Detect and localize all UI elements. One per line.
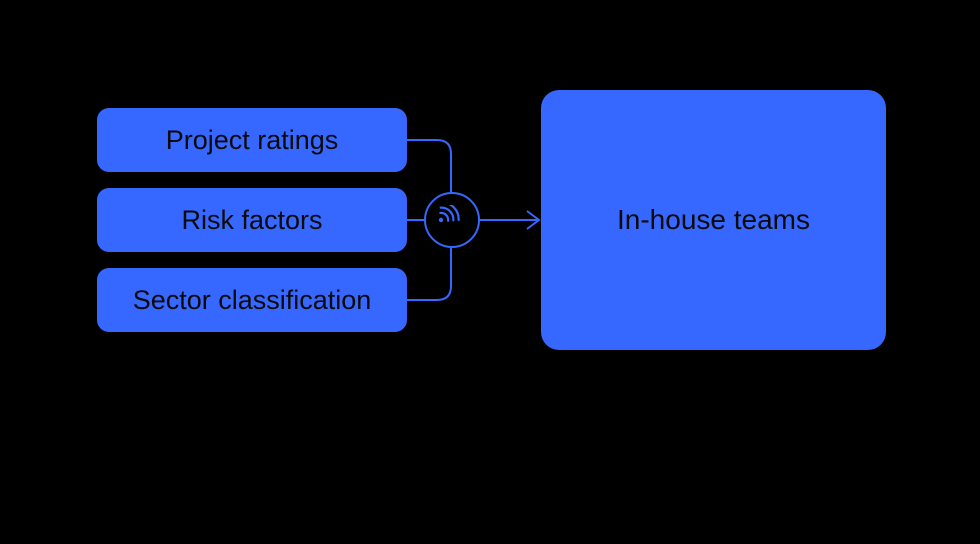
output-card-in-house-teams: In-house teams (541, 90, 886, 350)
output-label: In-house teams (617, 204, 810, 236)
connector-arrow (479, 206, 544, 234)
diagram-canvas: Project ratings Risk factors Sector clas… (0, 0, 980, 544)
signal-node (424, 192, 480, 248)
input-card-risk-factors: Risk factors (97, 188, 407, 252)
input-label: Sector classification (133, 285, 372, 316)
input-card-sector-classification: Sector classification (97, 268, 407, 332)
signal-icon (437, 205, 467, 235)
input-card-project-ratings: Project ratings (97, 108, 407, 172)
input-label: Project ratings (166, 125, 339, 156)
input-label: Risk factors (181, 205, 322, 236)
